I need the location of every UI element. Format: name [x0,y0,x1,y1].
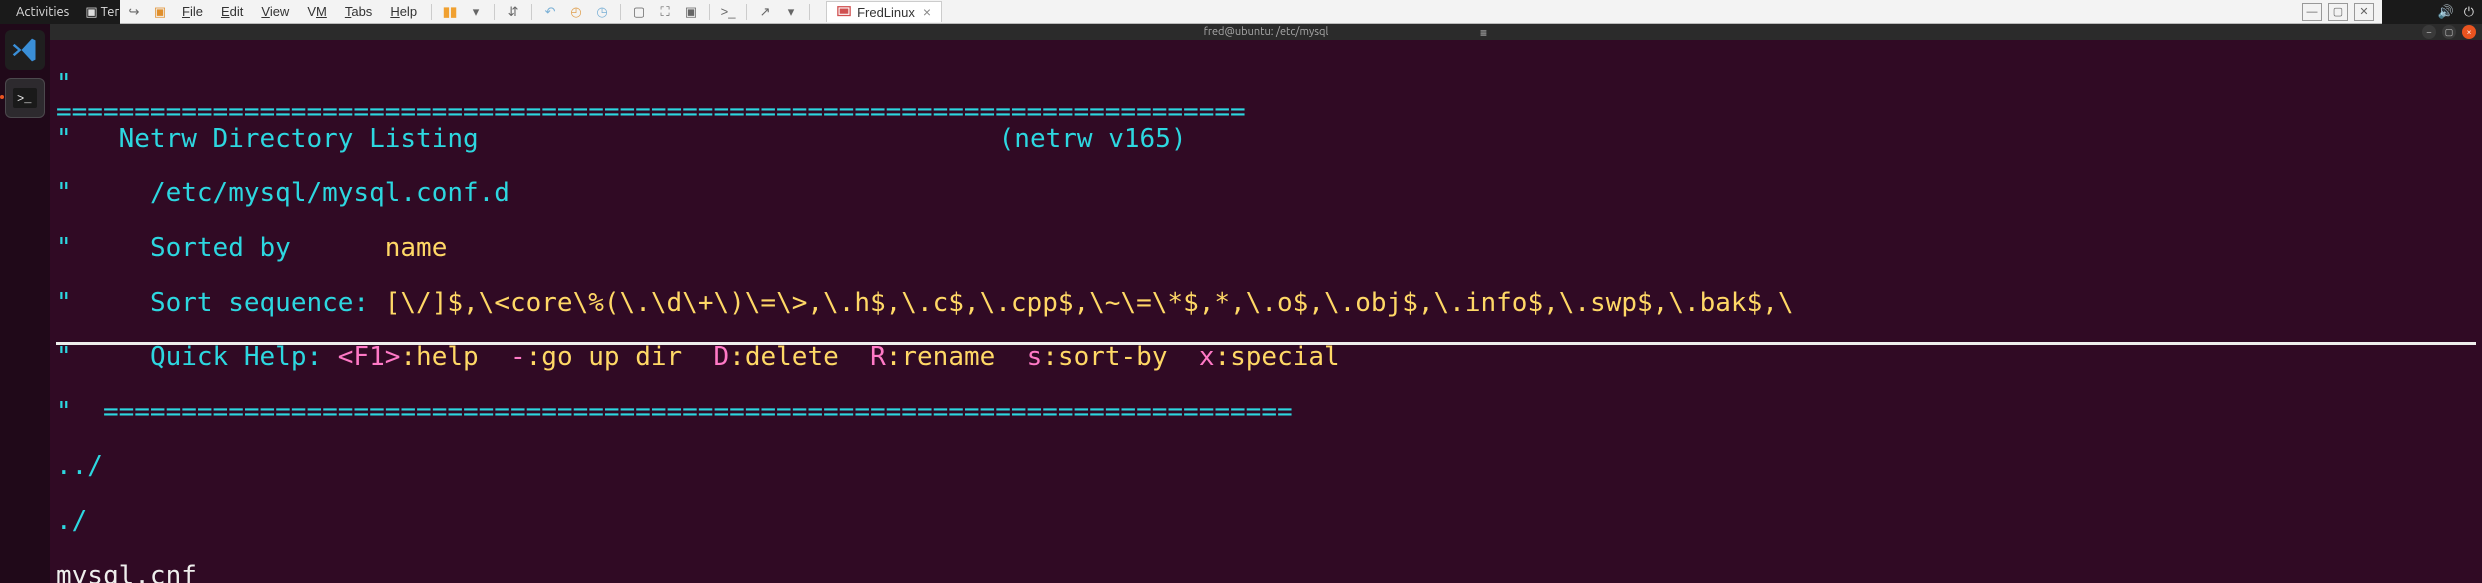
qh-desc-help: :help [400,344,478,371]
host-pin-icon[interactable]: ↪ [124,2,144,22]
vm-console-icon[interactable]: >_ [718,2,738,22]
vm-tab-close-icon[interactable]: × [923,4,931,20]
netrw-version: (netrw v165) [999,126,1187,153]
dock-app-vscode[interactable] [5,30,45,70]
netrw-title: Netrw Directory Listing [119,126,479,153]
netrw-path: /etc/mysql/mysql.conf.d [119,180,510,207]
netrw-quote: " [56,290,119,317]
ubuntu-dock: >_ [0,24,50,583]
vm-tab-icon [837,5,851,19]
host-close-button[interactable]: ✕ [2354,3,2374,21]
svg-text:>_: >_ [17,92,32,106]
netrw-sortseq-label: Sort sequence: [119,290,385,317]
qh-key-d: D [714,344,730,371]
netrw-quote: " [56,180,119,207]
netrw-quote: " [56,344,119,371]
netrw-entry-file[interactable]: mysql.cnf [56,563,197,583]
vm-tab-fredlinux[interactable]: FredLinux × [826,1,942,22]
qh-key-s: s [1027,344,1043,371]
qh-key-dash: - [510,344,526,371]
netrw-quickhelp-label: Quick Help: [119,344,338,371]
qh-desc-delete: :delete [729,344,839,371]
vscode-icon [11,36,39,64]
vm-menu-help[interactable]: Help [384,3,423,20]
netrw-sortedby-value: name [385,235,448,262]
netrw-rule-top: ========================================… [56,97,1246,127]
vm-usb-icon[interactable]: ⇵ [503,2,523,22]
guest-minimize-button[interactable]: – [2422,25,2436,39]
guest-window-titlebar[interactable]: fred@ubuntu: /etc/mysql ≡ – ▢ × [50,24,2482,40]
netrw-title-spacer [479,126,999,153]
terminal-body[interactable]: " ======================================… [50,40,2482,583]
guest-window-title: fred@ubuntu: /etc/mysql [1204,26,1329,38]
host-tabs-icon[interactable]: ▣ [150,2,170,22]
vm-export-dropdown-icon[interactable]: ▾ [781,2,801,22]
qh-desc-up: :go up dir [526,344,683,371]
vm-export-icon[interactable]: ↗ [755,2,775,22]
netrw-sortedby-label: Sorted by [119,235,385,262]
terminal-icon: >_ [13,88,37,108]
vm-snapshot-manage-icon[interactable]: ◷ [592,2,612,22]
dock-app-terminal[interactable]: >_ [5,78,45,118]
host-minimize-button[interactable]: — [2302,3,2322,21]
qh-key-r: R [870,344,886,371]
host-maximize-button[interactable]: ▢ [2328,3,2348,21]
vm-unity-icon[interactable]: ▣ [681,2,701,22]
netrw-quote: " [56,69,87,99]
gnome-tray[interactable]: 🔊 ⏻ [2438,5,2474,20]
vm-dropdown-icon[interactable]: ▾ [466,2,486,22]
vim-statusline [56,342,2476,345]
netrw-sortseq-value: [\/]$,\<core\%(\.\d\+\)\=\>,\.h$,\.c$,\.… [385,290,1794,317]
vm-menu-edit[interactable]: Edit [215,3,249,20]
power-icon: ⏻ [2464,5,2474,20]
guest-maximize-button[interactable]: ▢ [2442,25,2456,39]
vm-pause-icon[interactable]: ▮▮ [440,2,460,22]
qh-desc-special: :special [1214,344,1339,371]
vm-tab-label: FredLinux [857,5,915,20]
qh-desc-sort: :sort-by [1042,344,1167,371]
vm-menu-vm[interactable]: VM [301,3,333,20]
netrw-entry-parent[interactable]: ../ [56,453,103,480]
guest-close-button[interactable]: × [2462,25,2476,39]
netrw-quote: " [56,126,119,153]
speaker-icon: 🔊 [2438,5,2454,20]
qh-key-f1: <F1> [338,344,401,371]
vm-fit-icon[interactable]: ▢ [629,2,649,22]
vm-host-toolbar: ↪ ▣ File Edit View VM Tabs Help ▮▮ ▾ ⇵ ↶… [120,0,2382,24]
vm-fullscreen-icon[interactable]: ⛶ [655,2,675,22]
vm-menu-file[interactable]: File [176,3,209,20]
gnome-activities[interactable]: Activities [8,5,77,19]
netrw-rule-bottom: ========================================… [103,399,1293,426]
vm-menu-view[interactable]: View [255,3,295,20]
netrw-entry-dot[interactable]: ./ [56,508,87,535]
qh-key-x: x [1199,344,1215,371]
vm-snapshot-take-icon[interactable]: ◴ [566,2,586,22]
netrw-quote: " [56,235,119,262]
vm-snapshot-back-icon[interactable]: ↶ [540,2,560,22]
vm-menu-tabs[interactable]: Tabs [339,3,378,20]
qh-desc-rename: :rename [886,344,996,371]
netrw-quote: " [56,399,103,426]
